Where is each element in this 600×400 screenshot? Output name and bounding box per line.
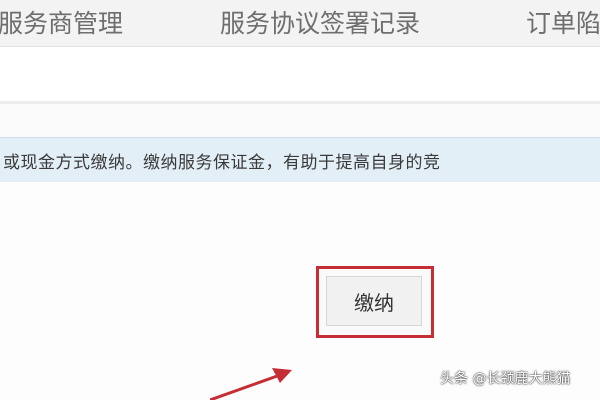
tab-service-agreement-records[interactable]: 服务协议签署记录 bbox=[220, 4, 420, 40]
tab-service-provider-management[interactable]: 服务商管理 bbox=[0, 4, 123, 40]
page: 服务商管理 服务协议签署记录 订单陷 或现金方式缴纳。缴纳服务保证金，有助于提高… bbox=[0, 0, 600, 400]
watermark: 头条 @长颈鹿大熊猫 bbox=[440, 371, 571, 387]
pointer-arrow-icon bbox=[210, 368, 292, 400]
notice-text: 或现金方式缴纳。缴纳服务保证金，有助于提高自身的竞 bbox=[3, 153, 441, 173]
tab-order-insurance[interactable]: 订单陷 bbox=[526, 4, 600, 40]
pay-button[interactable]: 缴纳 bbox=[326, 276, 422, 326]
content-strip bbox=[0, 47, 600, 104]
notice-bar: 或现金方式缴纳。缴纳服务保证金，有助于提高自身的竞 bbox=[0, 137, 600, 183]
tab-bar: 服务商管理 服务协议签署记录 订单陷 bbox=[0, 0, 600, 47]
